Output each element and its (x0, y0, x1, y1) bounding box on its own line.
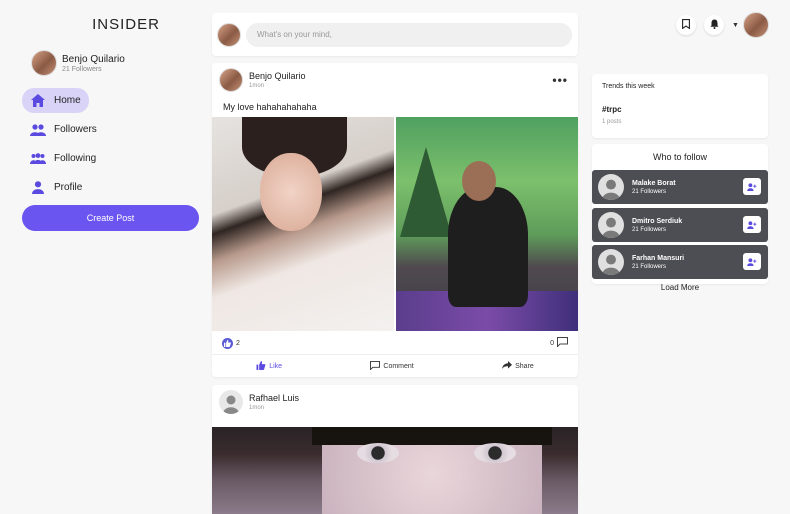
post-actions: Like Comment Share (212, 355, 578, 377)
add-user-icon (747, 178, 757, 196)
comment-label: Comment (383, 362, 414, 370)
post-card: Rafhael Luis 1mon (212, 385, 578, 514)
like-count: 2 (236, 339, 240, 347)
avatar[interactable] (742, 12, 769, 38)
sidebar-item-profile[interactable]: Profile (22, 175, 90, 200)
profile-name: Benjo Quilario (62, 53, 125, 65)
share-button[interactable]: Share (502, 361, 534, 371)
suggestion-followers: 21 Followers (632, 188, 667, 195)
sidebar-item-label: Profile (54, 182, 83, 193)
bookmark-button[interactable] (676, 15, 696, 35)
suggestion-name: Farhan Mansuri (632, 254, 685, 262)
more-options-icon[interactable]: ••• (552, 73, 568, 87)
post-composer: What's on your mind, (212, 13, 578, 56)
sidebar-item-label: Following (54, 153, 97, 164)
trends-title: Trends this week (602, 83, 655, 90)
trends-panel: Trends this week #trpc 1 posts (592, 74, 768, 138)
avatar[interactable] (219, 390, 243, 414)
bookmark-icon (682, 16, 690, 34)
post-photos (212, 117, 578, 331)
top-bar-actions: ▼ (676, 12, 769, 38)
post-header: Benjo Quilario 1mon (219, 68, 306, 92)
chevron-down-icon[interactable]: ▼ (732, 22, 739, 29)
post-time: 1mon (249, 405, 265, 411)
sidebar-item-following[interactable]: Following (22, 146, 104, 171)
post-caption: My love hahahahahaha (223, 102, 317, 112)
thumbs-up-icon (256, 360, 266, 372)
post-photo[interactable] (396, 117, 578, 331)
sidebar-item-label: Followers (54, 124, 97, 135)
avatar (598, 212, 624, 238)
create-post-button[interactable]: Create Post (22, 205, 199, 231)
home-icon (30, 94, 46, 108)
composer-input[interactable]: What's on your mind, (246, 22, 572, 47)
comment-button[interactable]: Comment (370, 360, 414, 372)
users-following-icon (30, 152, 46, 166)
post-time: 1mon (249, 83, 265, 89)
post-stats: 2 0 (222, 337, 568, 349)
who-to-follow-title: Who to follow (652, 152, 708, 162)
sidebar-item-followers[interactable]: Followers (22, 117, 105, 142)
comment-count-icon (557, 337, 568, 349)
follow-suggestion[interactable]: Malake Borat 21 Followers (592, 170, 768, 204)
follow-button[interactable] (743, 216, 761, 233)
add-user-icon (747, 253, 757, 271)
avatar (598, 174, 624, 200)
notifications-button[interactable] (704, 15, 724, 35)
user-icon (30, 181, 46, 195)
who-to-follow-panel: Who to follow Malake Borat 21 Followers … (592, 144, 768, 284)
post-photo[interactable] (212, 117, 394, 331)
suggestion-followers: 21 Followers (632, 263, 667, 270)
follow-button[interactable] (743, 253, 761, 270)
share-label: Share (515, 362, 534, 370)
suggestion-name: Dmitro Serdiuk (632, 217, 683, 225)
bell-icon (710, 16, 719, 34)
suggestion-followers: 21 Followers (632, 226, 667, 233)
avatar (31, 50, 57, 76)
app-brand: INSIDER (92, 16, 160, 33)
sidebar-nav: Home Followers Following Profile (22, 88, 198, 204)
comment-count: 0 (550, 339, 554, 347)
suggestion-name: Malake Borat (632, 179, 676, 187)
share-icon (502, 361, 513, 371)
avatar (598, 249, 624, 275)
post-author[interactable]: Benjo Quilario (249, 71, 306, 81)
post-author[interactable]: Rafhael Luis (249, 393, 299, 403)
trend-count: 1 posts (602, 119, 622, 125)
like-label: Like (269, 362, 283, 370)
like-count-icon (222, 337, 233, 349)
avatar (217, 22, 241, 47)
post-header: Rafhael Luis 1mon (219, 390, 299, 414)
users-icon (30, 123, 46, 137)
follow-suggestion[interactable]: Farhan Mansuri 21 Followers (592, 245, 768, 279)
like-button[interactable]: Like (256, 360, 283, 372)
follow-button[interactable] (743, 178, 761, 195)
sidebar-item-home[interactable]: Home (22, 88, 89, 113)
profile-summary[interactable]: Benjo Quilario 21 Followers (31, 50, 125, 76)
comment-icon (370, 360, 381, 372)
profile-followers: 21 Followers (62, 65, 102, 73)
avatar[interactable] (219, 68, 243, 92)
trend-tag[interactable]: #trpc (602, 105, 758, 114)
post-photo[interactable] (212, 427, 578, 514)
follow-suggestion[interactable]: Dmitro Serdiuk 21 Followers (592, 208, 768, 242)
sidebar-item-label: Home (54, 95, 81, 106)
load-more-link[interactable]: Load More (592, 283, 768, 292)
post-card: Benjo Quilario 1mon ••• My love hahahaha… (212, 63, 578, 377)
add-user-icon (747, 216, 757, 234)
